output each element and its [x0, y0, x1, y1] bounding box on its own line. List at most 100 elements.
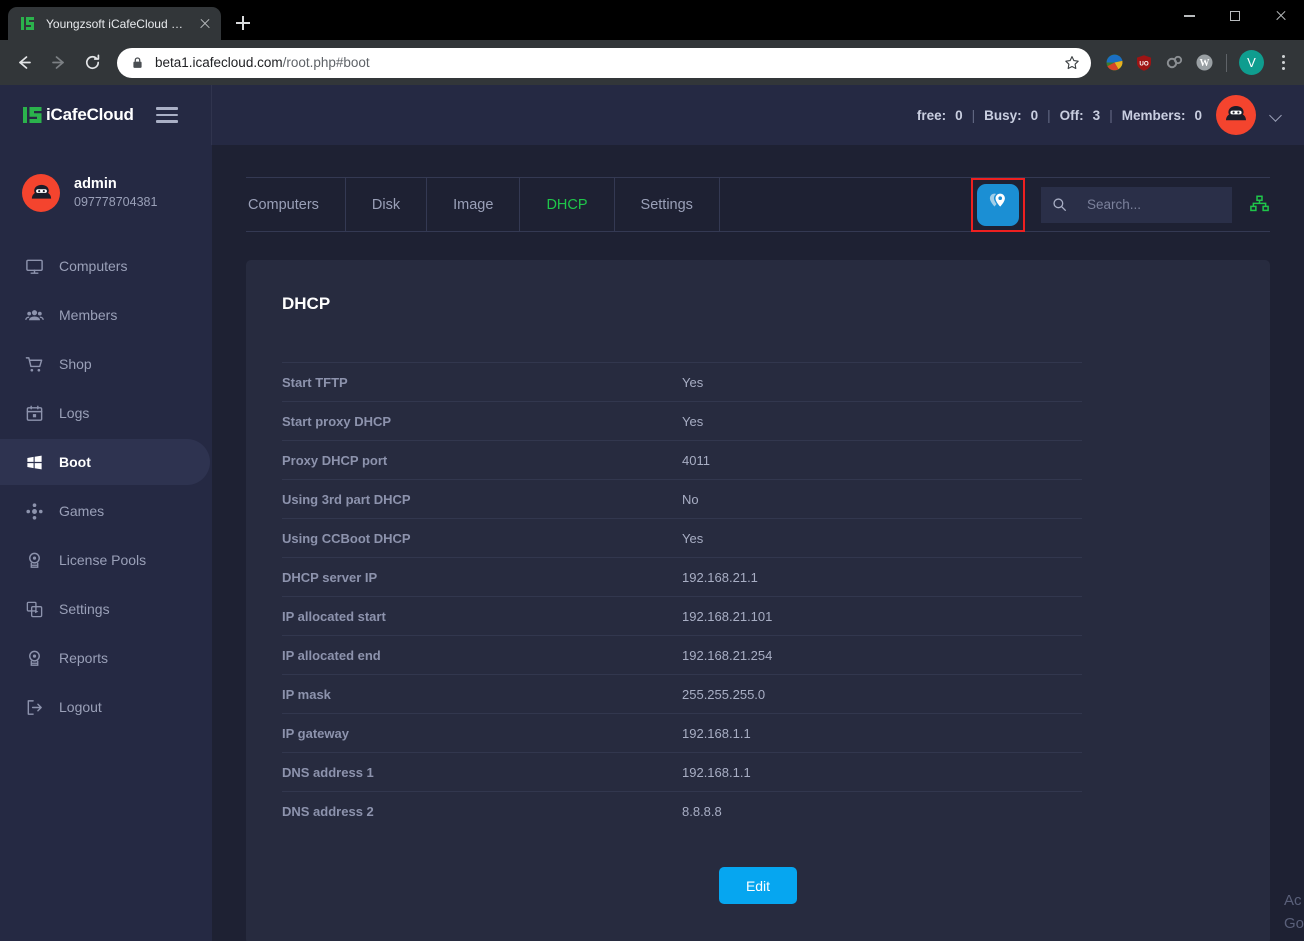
search-icon[interactable]: [1041, 187, 1077, 223]
browser-tab[interactable]: Youngzsoft iCafeCloud admin: [8, 7, 221, 40]
table-row: Start proxy DHCP Yes: [282, 402, 1082, 441]
row-value: 8.8.8.8: [682, 804, 722, 819]
highlight-box: [971, 178, 1025, 232]
row-value: 192.168.1.1: [682, 765, 751, 780]
sidebar-item-logout[interactable]: Logout: [0, 684, 210, 730]
extension-gears-icon[interactable]: [1160, 49, 1188, 77]
sidebar-label: Settings: [59, 601, 110, 617]
sidebar-label: Computers: [59, 258, 127, 274]
stat-free-label: free:: [917, 108, 946, 123]
main-content: Computers Disk Image DHCP Settings: [212, 145, 1304, 941]
svg-text:UO: UO: [1139, 60, 1148, 67]
extension-shield-uo-icon[interactable]: UO: [1130, 49, 1158, 77]
row-label: IP allocated start: [282, 609, 682, 624]
header-avatar[interactable]: [1216, 95, 1256, 135]
tab-dhcp[interactable]: DHCP: [520, 177, 614, 232]
sidebar-item-shop[interactable]: Shop: [0, 341, 210, 387]
tab-label: Settings: [641, 197, 693, 213]
edit-button[interactable]: Edit: [719, 867, 797, 904]
row-value: 4011: [682, 453, 710, 468]
sidebar-item-reports[interactable]: Reports: [0, 635, 210, 681]
logout-icon: [24, 697, 44, 717]
stat-separator: |: [1047, 108, 1051, 123]
url-text: beta1.icafecloud.com/root.php#boot: [155, 55, 1059, 70]
new-tab-button[interactable]: [229, 9, 257, 37]
row-label: DNS address 1: [282, 765, 682, 780]
back-button[interactable]: [8, 47, 40, 79]
row-label: Using 3rd part DHCP: [282, 492, 682, 507]
sidebar-user[interactable]: admin 097778704381: [0, 163, 212, 223]
sidebar-label: Reports: [59, 650, 108, 666]
row-value: Yes: [682, 531, 703, 546]
tab-disk[interactable]: Disk: [346, 177, 427, 232]
table-row: IP allocated start 192.168.21.101: [282, 597, 1082, 636]
row-value: 192.168.21.254: [682, 648, 772, 663]
table-row: Using 3rd part DHCP No: [282, 480, 1082, 519]
header-chevron-down-icon[interactable]: [1270, 109, 1282, 121]
tab-close-icon[interactable]: [197, 16, 213, 32]
stat-members-value: 0: [1194, 108, 1202, 123]
close-window-button[interactable]: [1258, 0, 1304, 32]
sidebar-user-phone: 097778704381: [74, 194, 157, 211]
sidebar-label: Boot: [59, 454, 91, 470]
tab-label: Computers: [248, 197, 319, 213]
extension-colorful-icon[interactable]: [1100, 49, 1128, 77]
location-pin-icon: [987, 191, 1009, 218]
sidebar-item-settings[interactable]: Settings: [0, 586, 210, 632]
table-row: DNS address 2 8.8.8.8: [282, 792, 1082, 831]
tab-computers[interactable]: Computers: [246, 177, 346, 232]
page-body: admin 097778704381 Computers: [0, 145, 1304, 941]
icafecloud-logo-icon: [22, 104, 44, 126]
url-path: /root.php#boot: [283, 55, 370, 70]
stat-busy-label: Busy:: [984, 108, 1022, 123]
forward-button[interactable]: [42, 47, 74, 79]
logo[interactable]: iCafeCloud: [22, 104, 134, 126]
reload-button[interactable]: [76, 47, 108, 79]
row-label: Proxy DHCP port: [282, 453, 682, 468]
stat-members-label: Members:: [1122, 108, 1186, 123]
favicon-icafecloud-icon: [20, 15, 37, 32]
sidebar-item-computers[interactable]: Computers: [0, 243, 210, 289]
table-row: DHCP server IP 192.168.21.1: [282, 558, 1082, 597]
url-domain: beta1.icafecloud.com: [155, 55, 283, 70]
row-label: IP mask: [282, 687, 682, 702]
location-pin-button[interactable]: [977, 184, 1019, 226]
sidebar-item-boot[interactable]: Boot: [0, 439, 210, 485]
card-title: DHCP: [282, 294, 1234, 314]
browser-profile-avatar[interactable]: V: [1239, 50, 1264, 75]
sidebar: admin 097778704381 Computers: [0, 145, 212, 941]
sidebar-item-games[interactable]: Games: [0, 488, 210, 534]
sidebar-user-name: admin: [74, 175, 157, 195]
toolbar-divider: [1226, 54, 1227, 72]
brand-name: iCafeCloud: [46, 105, 134, 125]
tab-settings[interactable]: Settings: [615, 177, 720, 232]
dhcp-card: DHCP Start TFTP Yes Start proxy DHCP Yes…: [246, 260, 1270, 941]
sidebar-label: Members: [59, 307, 117, 323]
sidebar-label: License Pools: [59, 552, 146, 568]
extension-w-icon[interactable]: W: [1190, 49, 1218, 77]
stat-free-value: 0: [955, 108, 963, 123]
maximize-button[interactable]: [1212, 0, 1258, 32]
chrome-menu-button[interactable]: [1270, 50, 1296, 76]
monitor-icon: [24, 256, 44, 276]
sidebar-item-logs[interactable]: Logs: [0, 390, 210, 436]
row-value: No: [682, 492, 699, 507]
tab-image[interactable]: Image: [427, 177, 520, 232]
row-label: DHCP server IP: [282, 570, 682, 585]
minimize-button[interactable]: [1166, 0, 1212, 32]
stat-separator: |: [1109, 108, 1113, 123]
row-label: IP allocated end: [282, 648, 682, 663]
table-row: IP mask 255.255.255.0: [282, 675, 1082, 714]
bookmark-star-icon[interactable]: [1059, 50, 1085, 76]
address-bar[interactable]: beta1.icafecloud.com/root.php#boot: [117, 48, 1091, 78]
row-value: 192.168.21.101: [682, 609, 772, 624]
sitemap-icon[interactable]: [1248, 194, 1270, 216]
search-input[interactable]: [1077, 187, 1232, 223]
status-stats: free: 0 | Busy: 0 | Off: 3 | Members: 0: [917, 108, 1202, 123]
content-toolbar: [971, 178, 1270, 232]
sidebar-item-license-pools[interactable]: License Pools: [0, 537, 210, 583]
tab-strip: Youngzsoft iCafeCloud admin: [0, 0, 257, 40]
row-label: DNS address 2: [282, 804, 682, 819]
sidebar-toggle-icon[interactable]: [156, 107, 178, 122]
sidebar-item-members[interactable]: Members: [0, 292, 210, 338]
